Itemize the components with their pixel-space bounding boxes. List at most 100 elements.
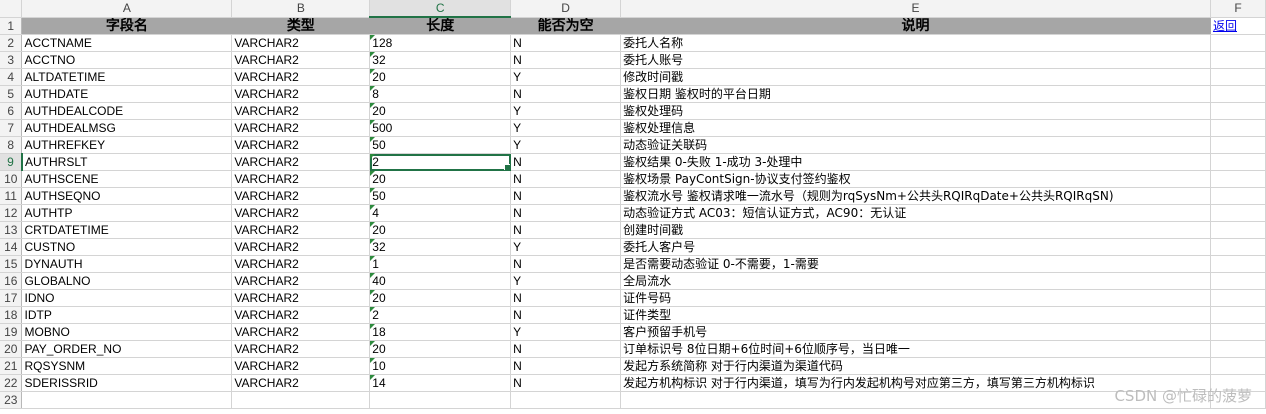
cell-description[interactable]: 订单标识号 8位日期+6位时间+6位顺序号，当日唯一 [620, 340, 1211, 358]
cell-description[interactable]: 证件类型 [620, 306, 1211, 324]
cell-type[interactable]: VARCHAR2 [231, 289, 371, 307]
cell-length[interactable]: 40 [369, 272, 512, 290]
cell-nullable[interactable]: Y [510, 323, 622, 341]
row-header[interactable]: 16 [0, 272, 23, 290]
cell-length[interactable]: 50 [369, 187, 512, 205]
cell-type[interactable]: VARCHAR2 [231, 102, 371, 120]
row-header[interactable]: 3 [0, 51, 23, 69]
cell-empty[interactable] [1210, 221, 1266, 239]
cell-length[interactable]: 18 [369, 323, 512, 341]
cell-field[interactable]: AUTHTP [21, 204, 233, 222]
cell-type[interactable]: VARCHAR2 [231, 221, 371, 239]
cell-nullable[interactable]: Y [510, 119, 622, 137]
cell-empty[interactable] [1210, 34, 1266, 52]
cell-empty[interactable] [1210, 68, 1266, 86]
cell-length[interactable]: 8 [369, 85, 512, 103]
cell-field[interactable]: IDNO [21, 289, 233, 307]
row-header[interactable]: 21 [0, 357, 23, 375]
row-header[interactable]: 1 [0, 17, 23, 35]
cell-nullable[interactable]: N [510, 357, 622, 375]
row-header[interactable]: 23 [0, 391, 23, 409]
cell-description[interactable]: 动态验证关联码 [620, 136, 1211, 154]
cell-type[interactable]: VARCHAR2 [231, 187, 371, 205]
row-header[interactable]: 7 [0, 119, 23, 137]
column-header-e[interactable]: E [620, 0, 1211, 18]
cell-description[interactable]: 鉴权场景 PayContSign-协议支付签约鉴权 [620, 170, 1211, 188]
cell-nullable[interactable]: N [510, 170, 622, 188]
cell-length[interactable]: 2 [369, 153, 512, 171]
cell-empty[interactable] [1210, 272, 1266, 290]
cell-field[interactable]: DYNAUTH [21, 255, 233, 273]
cell-length[interactable]: 20 [369, 102, 512, 120]
row-header[interactable]: 22 [0, 374, 23, 392]
cell-header-length[interactable]: 长度 [369, 17, 512, 35]
row-header[interactable]: 4 [0, 68, 23, 86]
cell-description[interactable]: 是否需要动态验证 0-不需要，1-需要 [620, 255, 1211, 273]
cell-field[interactable]: ALTDATETIME [21, 68, 233, 86]
cell-nullable[interactable]: N [510, 221, 622, 239]
cell-empty[interactable] [1210, 187, 1266, 205]
cell-field[interactable]: AUTHSEQNO [21, 187, 233, 205]
row-header[interactable]: 13 [0, 221, 23, 239]
cell-back-link[interactable]: 返回 [1210, 17, 1266, 35]
column-header-a[interactable]: A [21, 0, 233, 18]
cell-length[interactable]: 20 [369, 170, 512, 188]
cell-length[interactable]: 500 [369, 119, 512, 137]
cell-field[interactable]: AUTHREFKEY [21, 136, 233, 154]
cell-description[interactable]: 全局流水 [620, 272, 1211, 290]
cell-nullable[interactable]: N [510, 187, 622, 205]
column-header-b[interactable]: B [231, 0, 371, 18]
cell-empty[interactable] [1210, 289, 1266, 307]
cell-length[interactable]: 20 [369, 289, 512, 307]
cell-type[interactable]: VARCHAR2 [231, 51, 371, 69]
cell-type[interactable]: VARCHAR2 [231, 306, 371, 324]
cell-empty[interactable] [1210, 204, 1266, 222]
cell-description[interactable]: 发起方系统简称 对于行内渠道为渠道代码 [620, 357, 1211, 375]
cell-empty[interactable] [1210, 153, 1266, 171]
row-header[interactable]: 9 [0, 153, 23, 171]
cell-nullable[interactable]: Y [510, 238, 622, 256]
column-header-d[interactable]: D [510, 0, 622, 18]
cell-nullable[interactable]: N [510, 153, 622, 171]
cell-field[interactable]: AUTHRSLT [21, 153, 233, 171]
cell-nullable[interactable]: N [510, 51, 622, 69]
cell-field[interactable]: CUSTNO [21, 238, 233, 256]
cell-empty[interactable] [1210, 102, 1266, 120]
cell-length[interactable]: 20 [369, 68, 512, 86]
row-header[interactable]: 8 [0, 136, 23, 154]
cell-type[interactable]: VARCHAR2 [231, 85, 371, 103]
cell-type[interactable]: VARCHAR2 [231, 255, 371, 273]
cell-nullable[interactable]: N [510, 289, 622, 307]
cell-length[interactable]: 20 [369, 340, 512, 358]
cell-type[interactable]: VARCHAR2 [231, 340, 371, 358]
cell-type[interactable]: VARCHAR2 [231, 34, 371, 52]
cell-type[interactable]: VARCHAR2 [231, 238, 371, 256]
cell-field[interactable]: GLOBALNO [21, 272, 233, 290]
row-header[interactable]: 5 [0, 85, 23, 103]
cell-length[interactable]: 10 [369, 357, 512, 375]
row-header[interactable]: 2 [0, 34, 23, 52]
column-header-c[interactable]: C [369, 0, 512, 18]
cell-length[interactable]: 50 [369, 136, 512, 154]
cell-field[interactable]: ACCTNAME [21, 34, 233, 52]
cell-nullable[interactable]: Y [510, 102, 622, 120]
cell-nullable[interactable]: N [510, 85, 622, 103]
cell-length[interactable]: 14 [369, 374, 512, 392]
back-link[interactable]: 返回 [1213, 19, 1237, 33]
cell-field[interactable] [21, 391, 233, 409]
cell-empty[interactable] [1210, 51, 1266, 69]
cell-description[interactable]: 委托人客户号 [620, 238, 1211, 256]
cell-description[interactable]: 鉴权流水号 鉴权请求唯一流水号（规则为rqSysNm+公共头RQIRqDate+… [620, 187, 1211, 205]
cell-description[interactable]: 鉴权处理码 [620, 102, 1211, 120]
row-header[interactable]: 15 [0, 255, 23, 273]
cell-empty[interactable] [1210, 85, 1266, 103]
cell-empty[interactable] [1210, 357, 1266, 375]
select-all-corner[interactable] [0, 0, 23, 18]
cell-length[interactable]: 1 [369, 255, 512, 273]
cell-nullable[interactable]: Y [510, 68, 622, 86]
cell-field[interactable]: MOBNO [21, 323, 233, 341]
cell-field[interactable]: AUTHDATE [21, 85, 233, 103]
cell-empty[interactable] [1210, 119, 1266, 137]
cell-type[interactable]: VARCHAR2 [231, 170, 371, 188]
cell-type[interactable] [231, 391, 371, 409]
